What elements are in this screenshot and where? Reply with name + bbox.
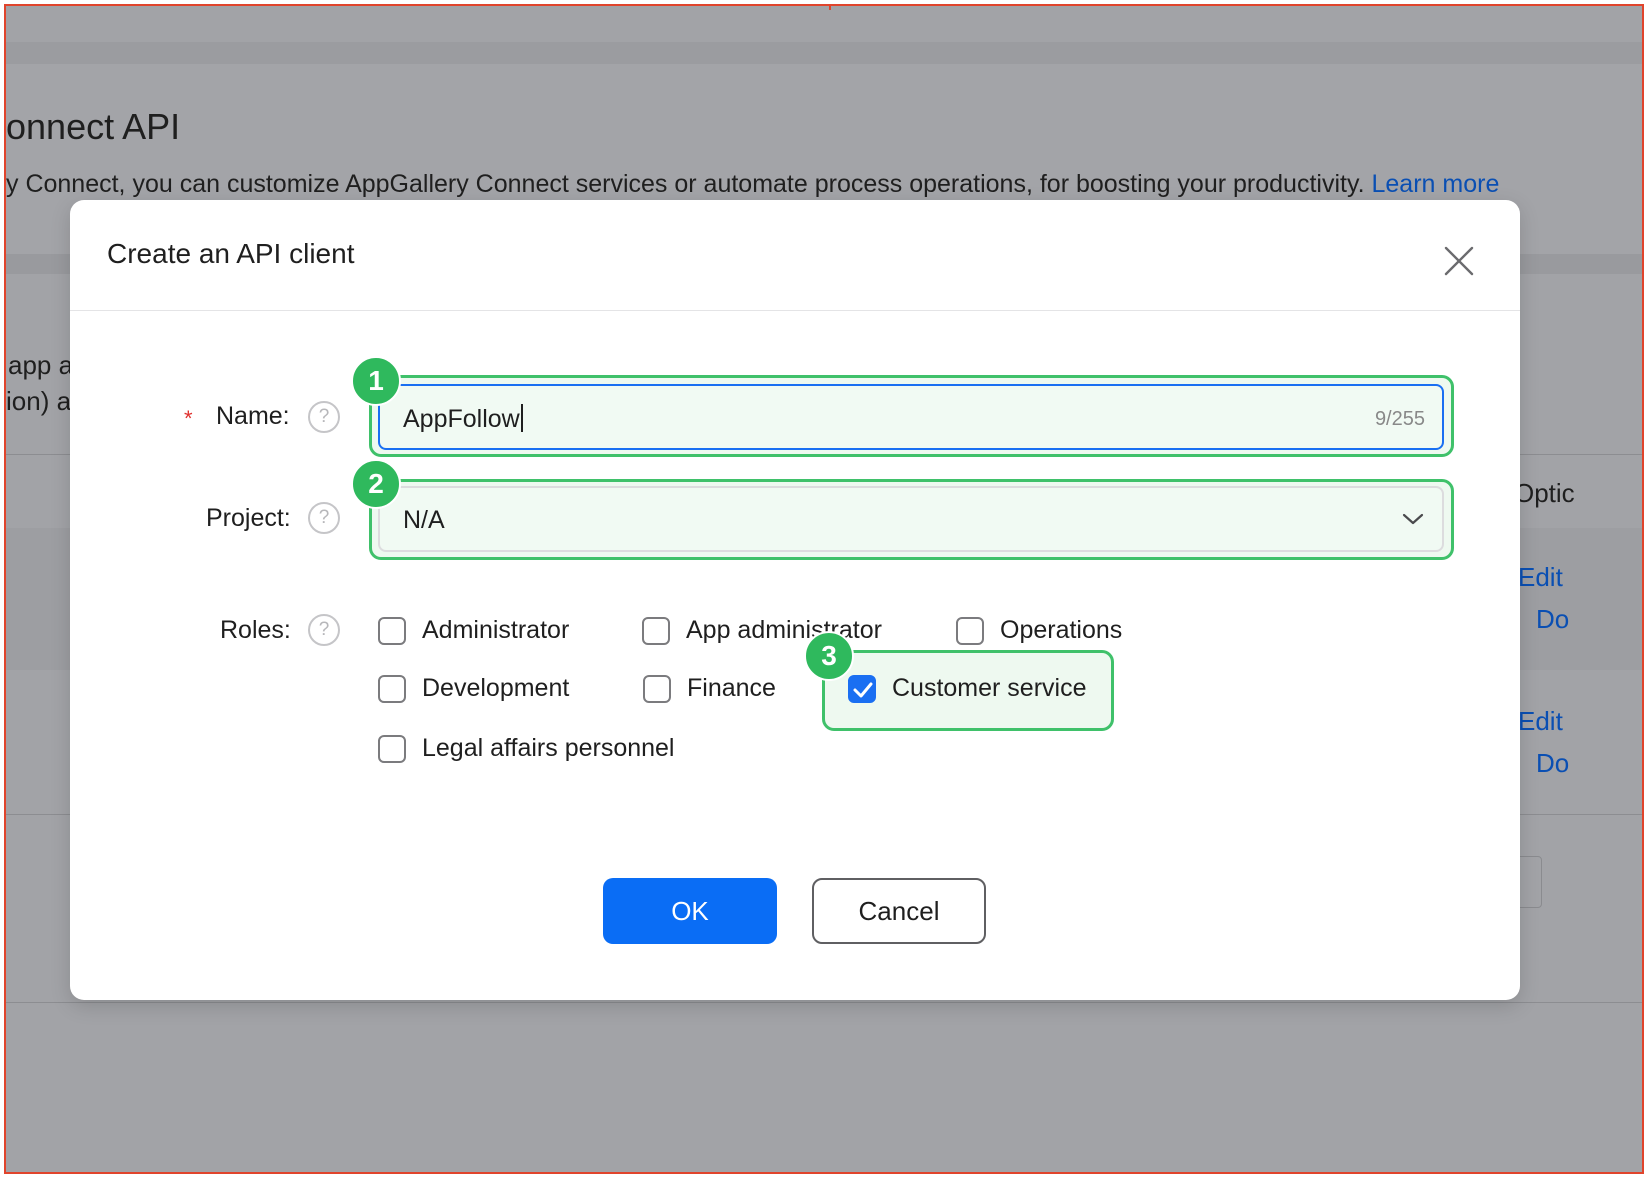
learn-more-link[interactable]: Learn more xyxy=(1372,170,1500,198)
screenshot-frame: onnect API y Connect, you can customize … xyxy=(4,4,1644,1174)
checkbox[interactable] xyxy=(643,674,671,703)
step-badge-3: 3 xyxy=(804,631,854,681)
background-page-title: onnect API xyxy=(6,106,181,147)
dialog-title: Create an API client xyxy=(107,238,355,269)
background-text: ion) a xyxy=(6,386,72,416)
role-checkbox-customer-service[interactable]: Customer service xyxy=(848,674,1087,703)
checkbox[interactable] xyxy=(378,734,406,763)
role-checkbox-finance[interactable]: Finance xyxy=(643,674,776,703)
project-label: Project: xyxy=(206,504,291,532)
step-badge-2: 2 xyxy=(351,459,401,509)
checkmark-icon xyxy=(853,682,873,697)
roles-label: Roles: xyxy=(220,616,291,644)
close-icon[interactable] xyxy=(1438,240,1480,282)
role-label: Finance xyxy=(687,674,776,702)
help-icon[interactable]: ? xyxy=(308,401,340,433)
ok-button[interactable]: OK xyxy=(603,878,777,944)
background-column-header: Optic xyxy=(1514,478,1575,508)
role-label: Administrator xyxy=(422,616,570,644)
project-select[interactable]: N/A xyxy=(378,486,1444,552)
dialog-header: Create an API client xyxy=(70,200,1520,311)
role-checkbox-development[interactable]: Development xyxy=(378,674,569,703)
role-label: Development xyxy=(422,674,570,702)
name-input[interactable]: AppFollow 9/255 xyxy=(378,384,1444,450)
role-label: App administrator xyxy=(686,616,882,644)
help-icon[interactable]: ? xyxy=(308,502,340,534)
role-checkbox-administrator[interactable]: Administrator xyxy=(378,616,569,645)
create-api-client-dialog: Create an API client * Name: ? AppFollow… xyxy=(70,200,1520,1000)
checkbox[interactable] xyxy=(378,616,406,645)
chevron-down-icon xyxy=(1402,513,1424,525)
background-link[interactable]: Do xyxy=(1536,604,1569,635)
background-text: app a xyxy=(8,350,74,380)
name-input-value: AppFollow xyxy=(403,404,523,434)
checkbox-checked[interactable] xyxy=(848,674,876,703)
role-checkbox-legal-affairs[interactable]: Legal affairs personnel xyxy=(378,734,675,763)
background-divider xyxy=(6,1002,1642,1003)
step-badge-1: 1 xyxy=(351,356,401,406)
background-link[interactable]: Do xyxy=(1536,748,1569,779)
background-top-band xyxy=(6,42,1642,64)
checkbox[interactable] xyxy=(956,616,984,645)
role-checkbox-operations[interactable]: Operations xyxy=(956,616,1122,645)
name-label: Name: xyxy=(216,402,290,430)
project-select-value: N/A xyxy=(403,506,445,534)
checkbox[interactable] xyxy=(378,674,406,703)
background-description: y Connect, you can customize AppGallery … xyxy=(6,170,1500,198)
cancel-button[interactable]: Cancel xyxy=(812,878,986,944)
checkbox[interactable] xyxy=(642,616,670,645)
role-label: Legal affairs personnel xyxy=(422,734,675,762)
required-marker: * xyxy=(184,406,193,431)
role-label: Customer service xyxy=(892,674,1087,702)
background-edit-link[interactable]: Edit xyxy=(1518,562,1563,593)
background-edit-link[interactable]: Edit xyxy=(1518,706,1563,737)
text-caret xyxy=(520,404,523,432)
help-icon[interactable]: ? xyxy=(308,614,340,646)
frame-tick xyxy=(829,6,831,10)
character-counter: 9/255 xyxy=(1374,408,1425,430)
role-label: Operations xyxy=(1000,616,1123,644)
